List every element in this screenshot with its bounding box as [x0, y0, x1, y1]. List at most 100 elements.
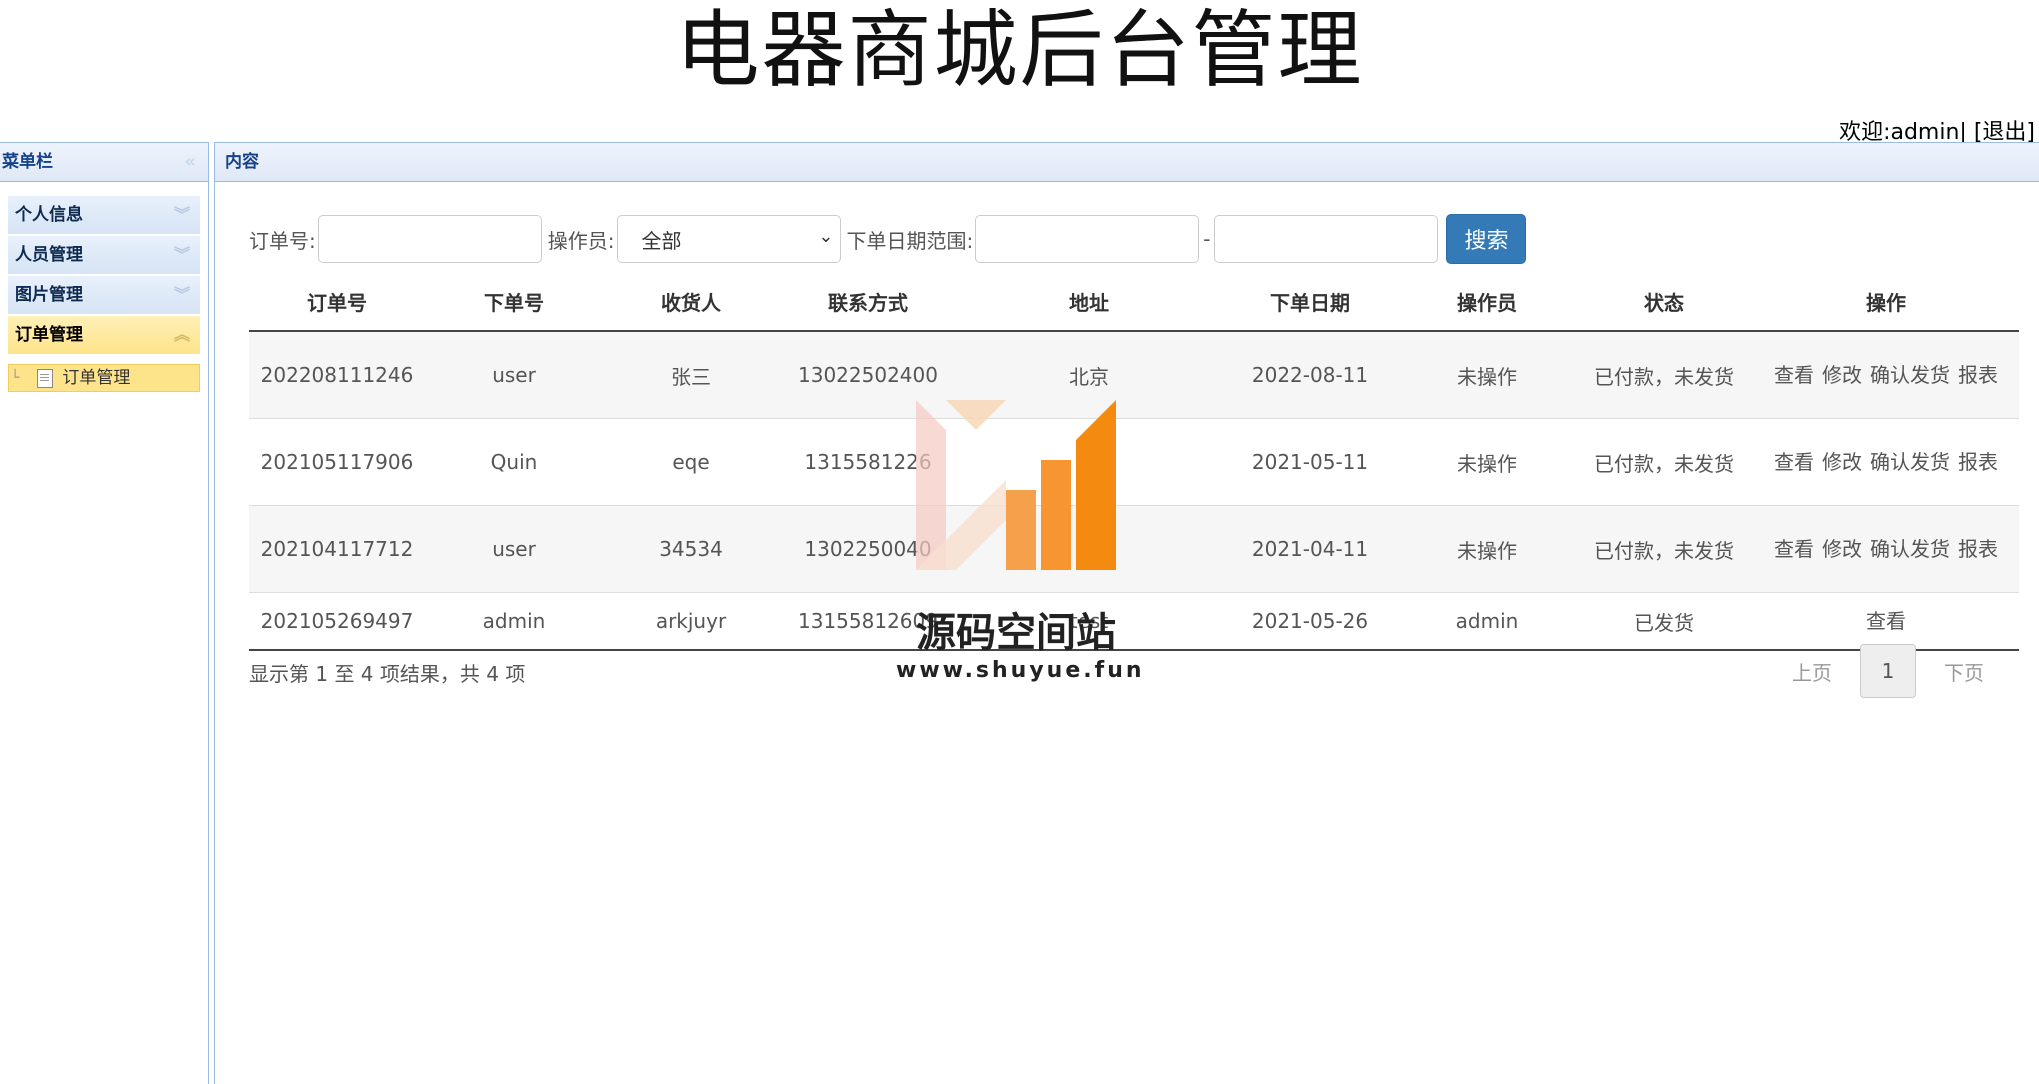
app-title: 电器商城后台管理 [675, 1, 1364, 99]
sidebar-item-images[interactable]: 图片管理 ︾ [8, 276, 200, 316]
column-header[interactable]: 状态 [1575, 272, 1753, 332]
pagination-summary: 显示第 1 至 4 项结果，共 4 项 [249, 662, 526, 686]
receiver-cell: 34534 [603, 505, 779, 593]
column-header[interactable]: 收货人 [603, 272, 779, 332]
date-cell: 2021-04-11 [1221, 505, 1399, 593]
column-header[interactable]: 下单号 [425, 272, 603, 332]
status-cell: 已付款，未发货 [1575, 418, 1753, 506]
view-link[interactable]: 查看 [1866, 609, 1906, 633]
actions-cell: 查看 修改 确认发货 报表 [1753, 505, 2019, 593]
view-link[interactable]: 查看 [1774, 363, 1814, 387]
sidebar-item-staff[interactable]: 人员管理 ︾ [8, 236, 200, 276]
operator-select[interactable]: 全部 ⌄ [616, 215, 841, 263]
sidebar-item-orders[interactable]: 订单管理 ︽ [8, 316, 200, 356]
operator-cell: 未操作 [1399, 505, 1575, 593]
status-cell: 已发货 [1575, 592, 1753, 651]
chevron-down-icon: ⌄ [818, 226, 834, 247]
confirm-ship-link[interactable]: 确认发货 [1870, 363, 1950, 387]
view-link[interactable]: 查看 [1774, 450, 1814, 474]
content-title: 内容 [225, 152, 259, 172]
phone-cell: 1315581226 [779, 418, 957, 506]
sidebar-item-label: 个人信息 [15, 205, 83, 225]
address-cell: sf [957, 418, 1221, 506]
sidebar-item-label: 人员管理 [15, 245, 83, 265]
sidebar-item-label: 图片管理 [15, 285, 83, 305]
date-cell: 2021-05-11 [1221, 418, 1399, 506]
user-cell: user [425, 505, 603, 593]
search-button[interactable]: 搜索 [1446, 214, 1527, 264]
table-row: 202105117906 Quin eqe 1315581226 sf 2021… [249, 418, 2019, 506]
phone-cell: 13155812609 [779, 592, 957, 651]
order-number-cell: 202104117712 [249, 505, 425, 593]
chevron-down-icon: ︾ [173, 245, 190, 264]
date-range-separator: - [1203, 227, 1211, 251]
view-link[interactable]: 查看 [1774, 537, 1814, 561]
column-header[interactable]: 下单日期 [1221, 272, 1399, 332]
column-header[interactable]: 联系方式 [779, 272, 957, 332]
pagination: 上页 1 下页 [1772, 644, 2004, 698]
receiver-cell: arkjuyr [603, 592, 779, 651]
accordion-menu: 个人信息 ︾ 人员管理 ︾ 图片管理 ︾ 订单管理 ︽ [8, 196, 200, 356]
order-number-label: 订单号: [249, 228, 316, 253]
order-number-cell: 202208111246 [249, 331, 425, 419]
prev-page-button[interactable]: 上页 [1772, 657, 1852, 686]
table-row: 202104117712 user 34534 1302250040 35 20… [249, 505, 2019, 593]
sidebar-title: 菜单栏 [2, 152, 53, 172]
sidebar-header: 菜单栏 « [0, 142, 208, 182]
operator-cell: admin [1399, 592, 1575, 651]
end-date-input[interactable] [1214, 215, 1439, 263]
actions-cell: 查看 [1753, 592, 2019, 651]
sidebar-subitem-order-management[interactable]: └ 订单管理 [8, 364, 200, 392]
order-number-input[interactable] [317, 215, 542, 263]
orders-table: 订单号 下单号 收货人 联系方式 地址 下单日期 操作员 状态 操作 20220… [249, 272, 2019, 651]
confirm-ship-link[interactable]: 确认发货 [1870, 537, 1950, 561]
column-header[interactable]: 地址 [957, 272, 1221, 332]
operator-selected-value: 全部 [641, 228, 682, 253]
order-number-cell: 202105117906 [249, 418, 425, 506]
document-icon [37, 368, 53, 388]
start-date-input[interactable] [975, 215, 1200, 263]
column-header[interactable]: 操作员 [1399, 272, 1575, 332]
report-link[interactable]: 报表 [1958, 450, 1998, 474]
collapse-left-icon[interactable]: « [184, 143, 196, 181]
next-page-button[interactable]: 下页 [1924, 657, 2004, 686]
current-page-button[interactable]: 1 [1860, 644, 1916, 698]
report-link[interactable]: 报表 [1958, 537, 1998, 561]
confirm-ship-link[interactable]: 确认发货 [1870, 450, 1950, 474]
edit-link[interactable]: 修改 [1822, 363, 1862, 387]
filter-bar: 订单号: 操作员: 全部 ⌄ 下单日期范围: - 搜索 [249, 214, 1527, 264]
phone-cell: 13022502400 [779, 331, 957, 419]
column-header[interactable]: 订单号 [249, 272, 425, 332]
chevron-down-icon: ︾ [173, 205, 190, 224]
edit-link[interactable]: 修改 [1822, 450, 1862, 474]
user-cell: user [425, 331, 603, 419]
edit-link[interactable]: 修改 [1822, 537, 1862, 561]
address-cell: 35 [957, 505, 1221, 593]
column-header[interactable]: 操作 [1753, 272, 2019, 332]
date-cell: 2022-08-11 [1221, 331, 1399, 419]
operator-label: 操作员: [547, 228, 615, 253]
order-number-cell: 202105269497 [249, 592, 425, 651]
content-panel: 内容 订单号: 操作员: 全部 ⌄ 下单日期范围: - 搜索 订单号 下单号 收… [214, 142, 2039, 1084]
date-cell: 2021-05-26 [1221, 592, 1399, 651]
operator-cell: 未操作 [1399, 331, 1575, 419]
report-link[interactable]: 报表 [1958, 363, 1998, 387]
date-range-label: 下单日期范围: [846, 228, 974, 253]
tree-line-icon: └ [11, 370, 20, 386]
chevron-up-icon: ︽ [173, 325, 190, 344]
table-row: 202208111246 user 张三 13022502400 北京 2022… [249, 331, 2019, 419]
sidebar-item-profile[interactable]: 个人信息 ︾ [8, 196, 200, 236]
status-cell: 已付款，未发货 [1575, 331, 1753, 419]
actions-cell: 查看 修改 确认发货 报表 [1753, 331, 2019, 419]
chevron-down-icon: ︾ [173, 285, 190, 304]
address-cell: 北京 [957, 331, 1221, 419]
sidebar-item-label: 订单管理 [15, 325, 83, 345]
status-cell: 已付款，未发货 [1575, 505, 1753, 593]
phone-cell: 1302250040 [779, 505, 957, 593]
table-header-row: 订单号 下单号 收货人 联系方式 地址 下单日期 操作员 状态 操作 [249, 272, 2019, 332]
content-header: 内容 [215, 142, 2039, 182]
receiver-cell: eqe [603, 418, 779, 506]
user-cell: Quin [425, 418, 603, 506]
operator-cell: 未操作 [1399, 418, 1575, 506]
user-cell: admin [425, 592, 603, 651]
